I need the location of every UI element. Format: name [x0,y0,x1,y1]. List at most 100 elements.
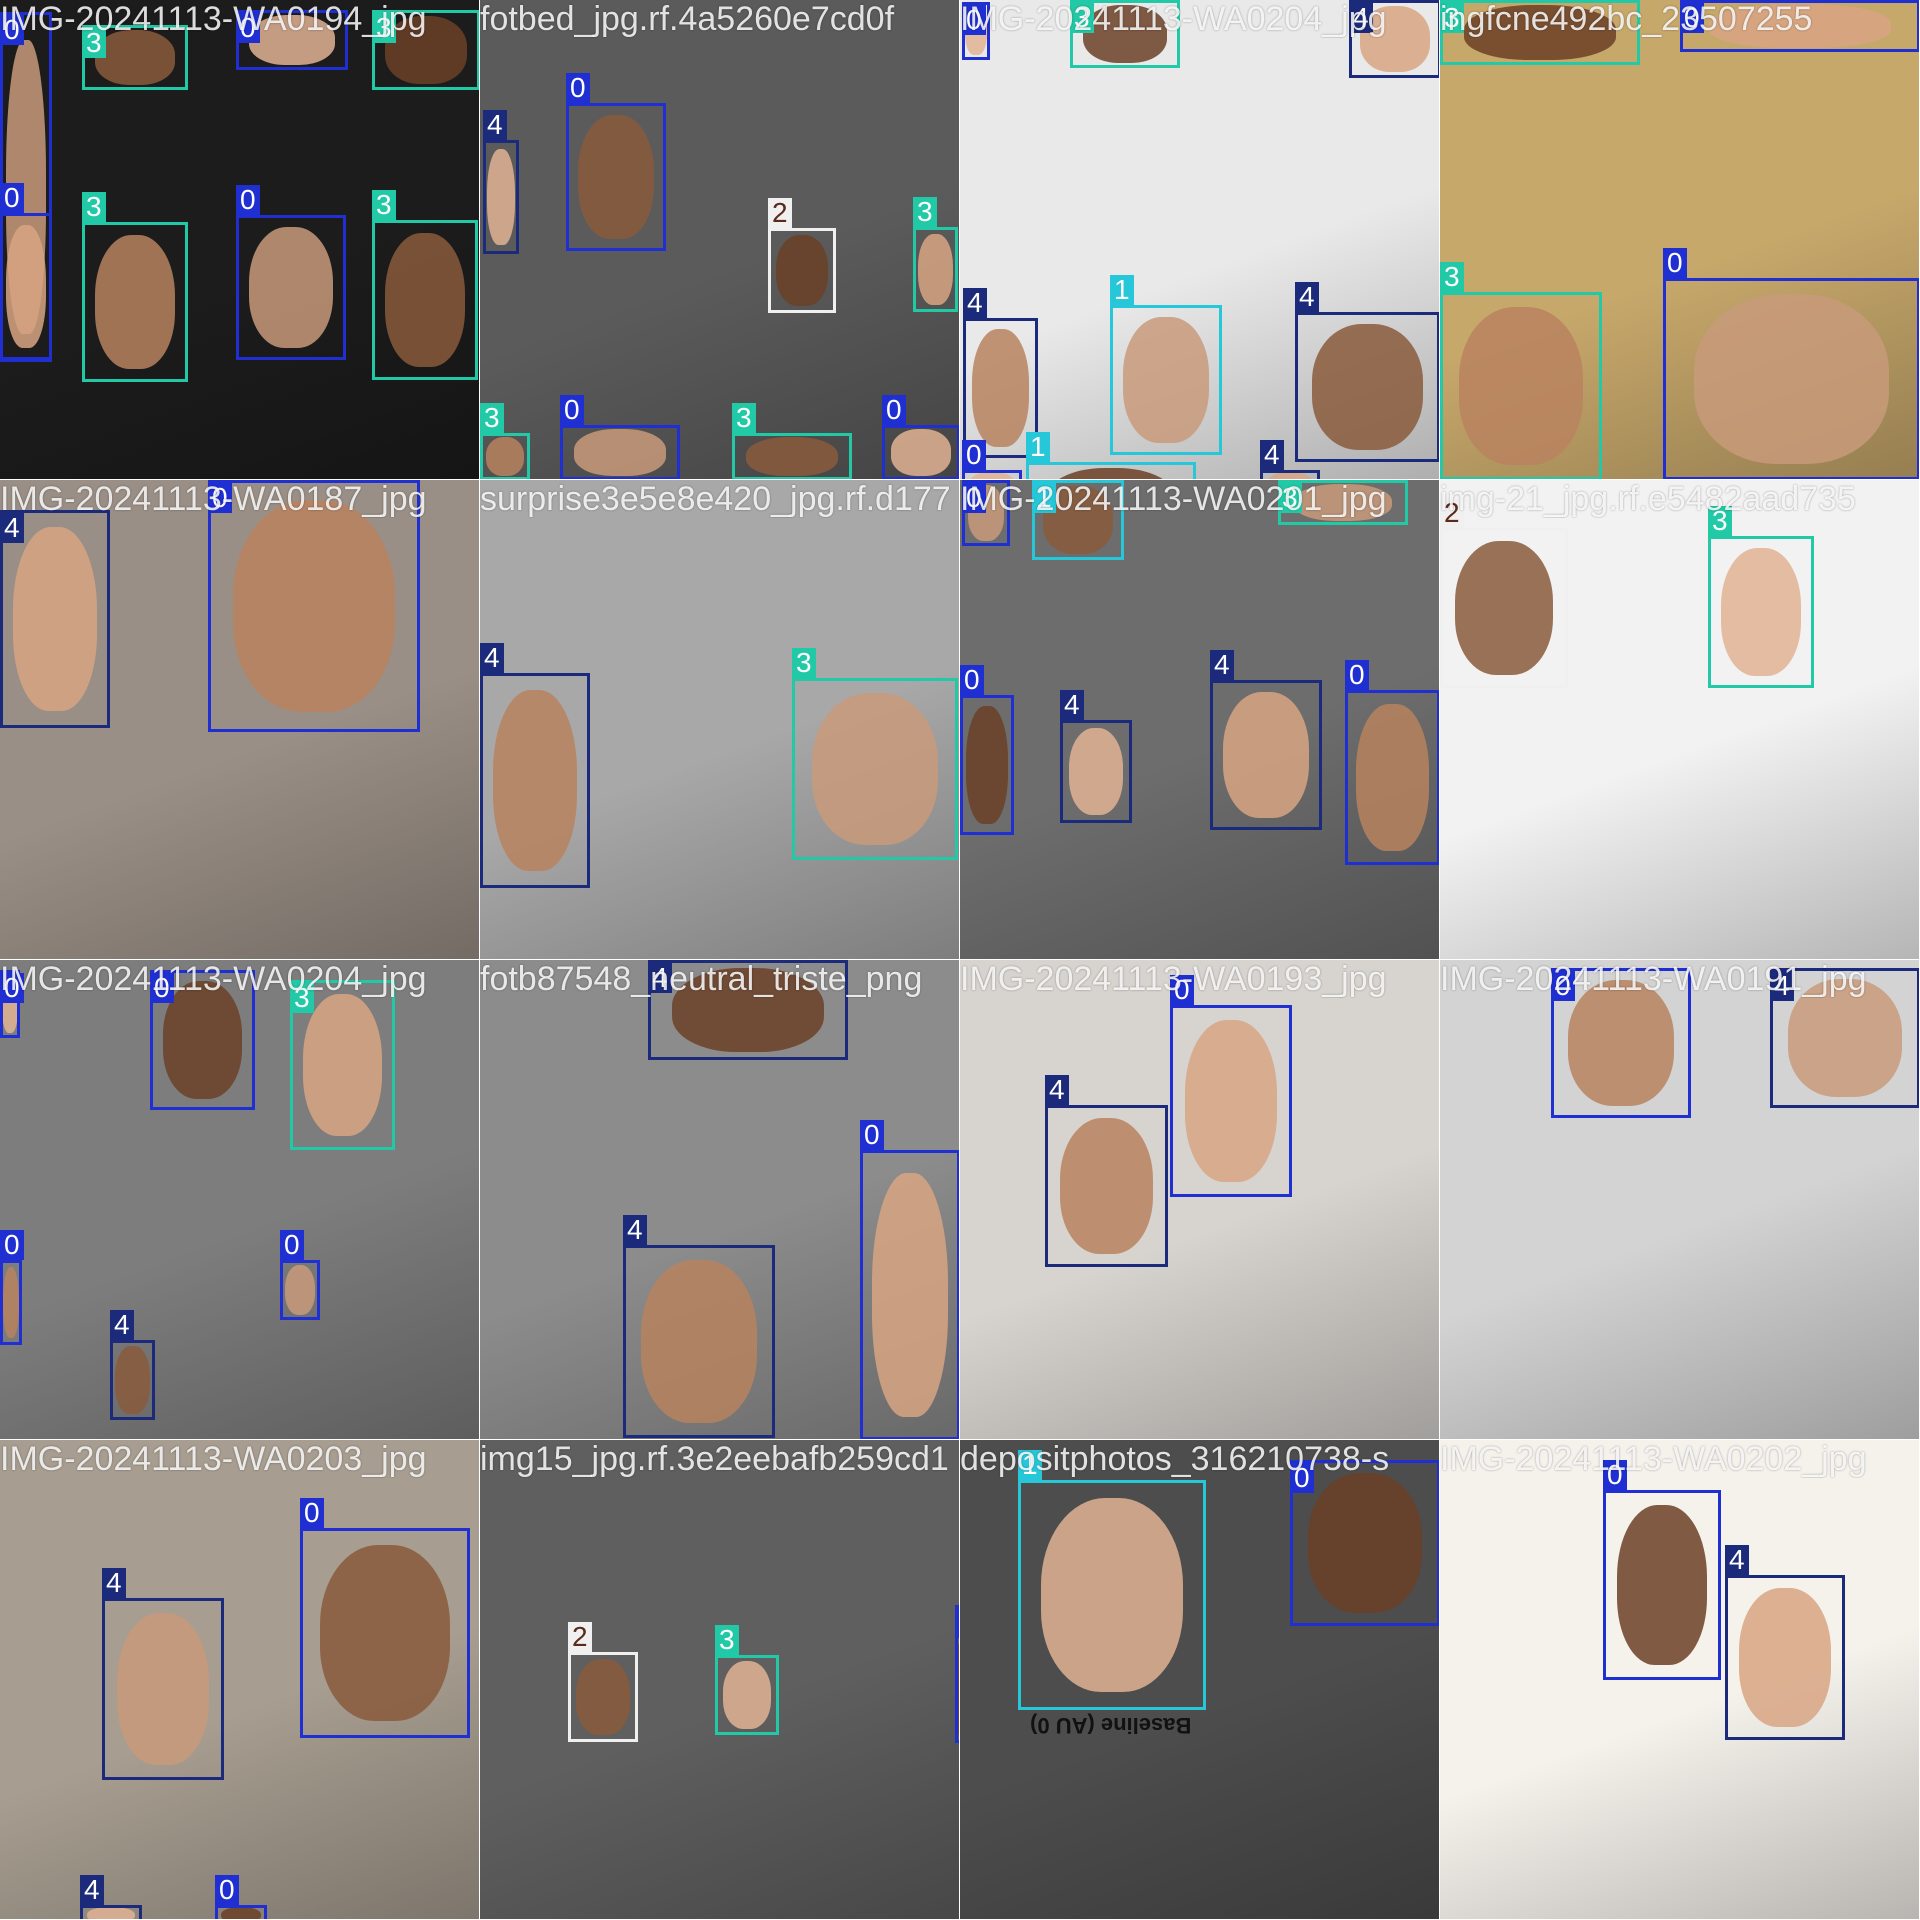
box-class-label: 4 [483,110,507,140]
bounding-box-class-0: 0 [860,1120,959,1439]
bounding-box-class-0: 0 [236,185,346,360]
box-class-label: 3 [82,192,106,222]
box-class-label: 4 [623,1215,647,1245]
box-class-label: 4 [480,643,504,673]
bounding-box-class-1: 1 [1018,1450,1206,1710]
mosaic-tile: 0 0 3 0 0 4 IMG-20241113-WA0204_jpg [0,960,480,1440]
tile-filename: IMG-20241113-WA0201_jpg [960,480,1387,518]
bounding-box-class-4: 4 [102,1568,224,1780]
bounding-box-class-4: 4 [480,643,590,888]
box-class-label: 1 [1026,432,1050,462]
bounding-box-class-0: 0 [1603,1460,1721,1680]
box-class-label: 3 [732,403,756,433]
tile-filename: IMG-20241113-WA0187_jpg [0,480,427,518]
bounding-box-class-4: 4 [80,1875,142,1919]
bounding-box-class-3: 3 [715,1625,779,1735]
bounding-box-class-0: 0 [960,665,1014,835]
photo-caption: Baseline (AU 0) [1030,1713,1192,1738]
box-class-label: 4 [1060,690,1084,720]
tile-filename: IMG-20241113-WA0202_jpg [1440,1440,1867,1478]
bounding-box-class-0: 0 [1290,1460,1439,1626]
bounding-box-class-4: 4 [1210,650,1322,830]
box-class-label: 0 [1345,660,1369,690]
mosaic-tile: 4 0 IMG-20241113-WA0187_jpg [0,480,480,960]
box-class-label: 4 [963,288,987,318]
box-class-label: 0 [860,1120,884,1150]
tile-filename: IMG-20241113-WA0194_jpg [0,0,427,38]
bounding-box-class-3: 3 [792,648,958,860]
mosaic-tile: 3 0 3 0 ingfcne492bc_23507255 [1440,0,1920,480]
bounding-box-class-0: 0 [1170,975,1292,1197]
box-class-label: 0 [0,183,24,213]
mosaic-tile: 4 0 4 fotb87548_neutral_triste_png [480,960,960,1440]
bounding-box-class-0: 0 [215,1875,267,1919]
tile-filename: IMG-20241113-WA0204_jpg [960,0,1387,38]
tile-filename: fotb87548_neutral_triste_png [480,960,923,998]
bounding-box-class-3: 3 [372,190,478,380]
mosaic-tile: 2 3 img-21_jpg.rf.e5482aad735 [1440,480,1920,960]
bounding-box-class-2: 2 [568,1622,638,1742]
box-class-label: 1 [1110,275,1134,305]
bounding-box-class-0: 0 [1663,248,1919,479]
bounding-box-class-3: 3 [82,192,188,382]
tile-filename: surprise3e5e8e420_jpg.rf.d177 [480,480,951,518]
tile-filename: img15_jpg.rf.3e2eebafb259cd1 [480,1440,949,1478]
box-class-label: 0 [236,185,260,215]
bounding-box-class-4: 4 [623,1215,775,1438]
bounding-box-class-0: 0 [300,1498,470,1738]
box-class-label: 0 [566,73,590,103]
bounding-box-class-0: 0 [1345,660,1439,865]
bounding-box-class-3: 3 [1708,506,1814,688]
bounding-box-class-0: 0 [962,440,1022,479]
bounding-box-class-2: 2 [768,198,836,313]
mosaic-tile: 0 1 4 0 4 0 3 IMG-20241113-WA0201_jpg [960,480,1440,960]
bounding-box-class-3: 3 [290,980,395,1150]
box-class-label: 2 [768,198,792,228]
box-class-label: 3 [715,1625,739,1655]
bounding-box-class-4: 4 [1295,282,1439,462]
tile-filename: fotbed_jpg.rf.4a5260e7cd0f [480,0,895,38]
mosaic-tile: 0 4 IMG-20241113-WA0191_jpg [1440,960,1920,1440]
tile-filename: depositphotos_316210738-s [960,1440,1390,1478]
box-class-label: 0 [1663,248,1687,278]
bounding-box-class-0: 0 [0,1230,24,1345]
mosaic-tile: 4 0 4 0 IMG-20241113-WA0203_jpg [0,1440,480,1920]
box-class-label: 0 [0,1230,24,1260]
mosaic-tile: 0 4 IMG-20241113-WA0202_jpg [1440,1440,1920,1920]
tile-filename: IMG-20241113-WA0204_jpg [0,960,427,998]
box-class-label: 3 [372,190,396,220]
bounding-box-class-4: 4 [1045,1075,1168,1267]
box-class-label: 0 [215,1875,239,1905]
tile-filename: img-21_jpg.rf.e5482aad735 [1440,480,1856,518]
mosaic-tile: 0 4 IMG-20241113-WA0193_jpg [960,960,1440,1440]
box-class-label: 4 [110,1310,134,1340]
bounding-box-class-2: 2 [1440,498,1568,688]
detection-mosaic: 0 3 0 3 0 3 0 3 IMG-20241113-WA0194_jpg 0 4 2 3 3 0 3 0 f… [0,0,1920,1920]
tile-filename: ingfcne492bc_23507255 [1440,0,1813,38]
bounding-box-class-4: 4 [1260,440,1320,479]
box-class-label: 4 [1295,282,1319,312]
box-class-label: 4 [1045,1075,1069,1105]
bounding-box-class-0: 0 [566,73,666,251]
bounding-box-class-4: 4 [1060,690,1132,823]
tile-filename: IMG-20241113-WA0203_jpg [0,1440,427,1478]
box-class-label: 4 [1210,650,1234,680]
box-class-label: 0 [882,395,906,425]
bounding-box-class-3: 3 [480,403,530,479]
bounding-box-class-1: 1 [1026,432,1196,479]
box-class-label: 4 [1725,1545,1749,1575]
bounding-box-class-4: 4 [1725,1545,1845,1740]
bounding-box-class-0: 0 [280,1230,320,1320]
bounding-box-class-4: 4 [483,110,519,254]
mosaic-tile: 0 3 0 3 0 3 0 3 IMG-20241113-WA0194_jpg [0,0,480,480]
bounding-box-class-0: 0 [560,395,680,479]
box-class-label: 0 [560,395,584,425]
mosaic-tile: Baseline (AU 0) 1 0 depositphotos_316210738… [960,1440,1440,1920]
box-class-label: 3 [1440,262,1464,292]
box-class-label: 4 [1260,440,1284,470]
box-class-label: 4 [102,1568,126,1598]
box-class-label: 2 [568,1622,592,1652]
bounding-box-class-0: 0 [0,183,52,360]
mosaic-tile: 0 4 2 3 3 0 3 0 fotbed_jpg.rf.4a5260e7cd0f [480,0,960,480]
bounding-box-class-4: 4 [0,510,110,728]
